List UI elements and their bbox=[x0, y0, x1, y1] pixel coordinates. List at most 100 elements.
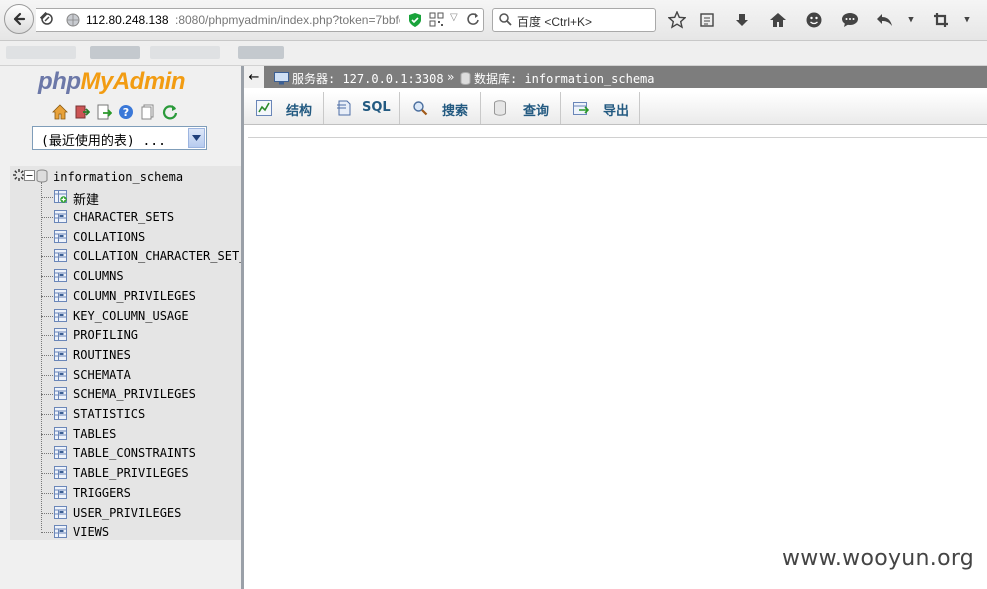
table-name[interactable]: USER_PRIVILEGES bbox=[73, 506, 241, 520]
table-name[interactable]: PROFILING bbox=[73, 328, 241, 342]
table-name[interactable]: COLLATION_CHARACTER_SET_APPLICABILITY bbox=[73, 249, 241, 263]
docs-icon[interactable] bbox=[140, 104, 156, 120]
table-row[interactable]: COLUMNS bbox=[10, 266, 241, 286]
table-icon[interactable] bbox=[54, 210, 67, 223]
table-name[interactable]: CHARACTER_SETS bbox=[73, 210, 241, 224]
table-name[interactable]: COLUMN_PRIVILEGES bbox=[73, 289, 241, 303]
table-name[interactable]: SCHEMATA bbox=[73, 368, 241, 382]
query-window-icon[interactable] bbox=[96, 104, 112, 120]
table-row[interactable]: SCHEMA_PRIVILEGES bbox=[10, 384, 241, 404]
bookmarks-list-icon[interactable] bbox=[696, 9, 718, 31]
search-box[interactable]: 百度 <Ctrl+K> bbox=[492, 8, 656, 32]
tab-structure[interactable]: 结构 bbox=[244, 92, 324, 124]
blurred-bookmark[interactable] bbox=[150, 46, 220, 59]
breadcrumb-database[interactable]: 数据库: information_schema bbox=[460, 70, 655, 87]
table-name[interactable]: COLLATIONS bbox=[73, 230, 241, 244]
help-icon[interactable]: ? bbox=[118, 104, 134, 120]
table-row[interactable]: STATISTICS bbox=[10, 404, 241, 424]
table-icon[interactable] bbox=[54, 387, 67, 401]
tab-export[interactable]: 导出 bbox=[561, 92, 640, 124]
back-button[interactable] bbox=[4, 4, 34, 34]
table-row[interactable]: COLUMN_PRIVILEGES bbox=[10, 286, 241, 306]
new-table-icon bbox=[54, 190, 67, 203]
shield-icon[interactable] bbox=[408, 12, 422, 31]
new-table-label[interactable]: 新建 bbox=[73, 189, 241, 208]
table-icon[interactable] bbox=[54, 288, 67, 302]
table-row[interactable]: USER_PRIVILEGES bbox=[10, 503, 241, 523]
collapse-nav-icon[interactable]: ← bbox=[244, 66, 264, 88]
table-row[interactable]: VIEWS bbox=[10, 522, 241, 542]
table-name[interactable]: COLUMNS bbox=[73, 269, 241, 283]
table-row[interactable]: PROFILING bbox=[10, 325, 241, 345]
smiley-icon[interactable] bbox=[803, 9, 825, 31]
table-icon[interactable] bbox=[54, 308, 67, 322]
table-row[interactable]: COLLATIONS bbox=[10, 227, 241, 247]
table-icon[interactable] bbox=[54, 367, 67, 381]
table-name[interactable]: VIEWS bbox=[73, 525, 241, 539]
tab-search[interactable]: 搜索 bbox=[400, 92, 481, 124]
undo-icon[interactable] bbox=[874, 9, 896, 31]
exit-icon[interactable] bbox=[74, 104, 90, 120]
tab-query[interactable]: 查询 bbox=[481, 92, 561, 124]
table-name[interactable]: STATISTICS bbox=[73, 407, 241, 421]
table-row[interactable]: TABLE_CONSTRAINTS bbox=[10, 443, 241, 463]
table-row[interactable]: TABLE_PRIVILEGES bbox=[10, 463, 241, 483]
table-row[interactable]: COLLATION_CHARACTER_SET_APPLICABILITY bbox=[10, 246, 241, 266]
table-row[interactable]: TRIGGERS bbox=[10, 483, 241, 503]
search-icon bbox=[498, 12, 512, 29]
table-icon[interactable] bbox=[54, 426, 67, 440]
phpmyadmin-logo[interactable]: phpMyAdmin bbox=[38, 68, 185, 96]
blurred-bookmark[interactable] bbox=[90, 46, 140, 59]
blurred-bookmark[interactable] bbox=[238, 46, 284, 59]
table-icon[interactable] bbox=[54, 505, 67, 519]
home-icon[interactable] bbox=[52, 104, 68, 120]
quick-links: ? bbox=[52, 104, 178, 122]
table-row[interactable]: KEY_COLUMN_USAGE bbox=[10, 306, 241, 326]
table-icon[interactable] bbox=[54, 328, 67, 342]
breadcrumb-server[interactable]: 服务器: 127.0.0.1:3308 bbox=[274, 70, 444, 87]
address-bar[interactable]: 112.80.248.138 :8080/phpmyadmin/index.ph… bbox=[36, 8, 484, 32]
tree-db-row[interactable]: information_schema bbox=[10, 167, 241, 187]
table-icon[interactable] bbox=[54, 249, 67, 263]
table-icon[interactable] bbox=[54, 407, 67, 420]
crop-icon[interactable] bbox=[930, 9, 952, 31]
table-name[interactable]: KEY_COLUMN_USAGE bbox=[73, 309, 241, 323]
table-icon[interactable] bbox=[54, 446, 67, 460]
tab-sql[interactable]: SQL bbox=[324, 92, 400, 124]
table-name[interactable]: TRIGGERS bbox=[73, 486, 241, 500]
blurred-bookmark[interactable] bbox=[6, 46, 76, 59]
table-icon[interactable] bbox=[54, 347, 67, 361]
table-row[interactable]: ROUTINES bbox=[10, 345, 241, 365]
bookmark-star-icon[interactable] bbox=[666, 9, 688, 31]
table-name[interactable]: TABLES bbox=[73, 427, 241, 441]
database-name[interactable]: information_schema bbox=[53, 170, 221, 184]
table-name[interactable]: TABLE_CONSTRAINTS bbox=[73, 446, 241, 460]
table-row[interactable]: CHARACTER_SETS bbox=[10, 207, 241, 227]
table-icon[interactable] bbox=[54, 485, 67, 499]
home-icon[interactable] bbox=[767, 9, 789, 31]
table-name[interactable]: ROUTINES bbox=[73, 348, 241, 362]
table-icon[interactable] bbox=[54, 525, 67, 539]
reload-icon[interactable] bbox=[466, 12, 480, 29]
reload-icon[interactable] bbox=[162, 104, 178, 120]
table-row[interactable]: TABLES bbox=[10, 424, 241, 444]
collapse-icon[interactable] bbox=[24, 170, 35, 184]
table-name[interactable]: SCHEMA_PRIVILEGES bbox=[73, 387, 241, 401]
chat-bubble-icon[interactable] bbox=[839, 9, 861, 31]
recent-tables-select[interactable]: (最近使用的表) ... bbox=[32, 126, 207, 150]
crop-dropdown-icon[interactable]: ▼ bbox=[956, 9, 978, 31]
content-divider bbox=[248, 137, 987, 138]
table-name[interactable]: TABLE_PRIVILEGES bbox=[73, 466, 241, 480]
chevron-down-icon[interactable] bbox=[188, 128, 205, 148]
database-tree: information_schema 新建 CHARACTER_SETS COLL… bbox=[10, 166, 241, 540]
table-icon[interactable] bbox=[54, 229, 67, 243]
table-icon[interactable] bbox=[54, 466, 67, 480]
site-identity-icon[interactable] bbox=[39, 11, 54, 29]
qr-code-icon[interactable] bbox=[429, 12, 444, 30]
download-icon[interactable] bbox=[731, 9, 753, 31]
table-row[interactable]: SCHEMATA bbox=[10, 365, 241, 385]
undo-dropdown-icon[interactable]: ▼ bbox=[900, 9, 922, 31]
tree-new-table[interactable]: 新建 bbox=[10, 187, 241, 208]
table-icon[interactable] bbox=[54, 269, 67, 283]
dropdown-arrow-icon[interactable]: ▽ bbox=[450, 12, 458, 23]
